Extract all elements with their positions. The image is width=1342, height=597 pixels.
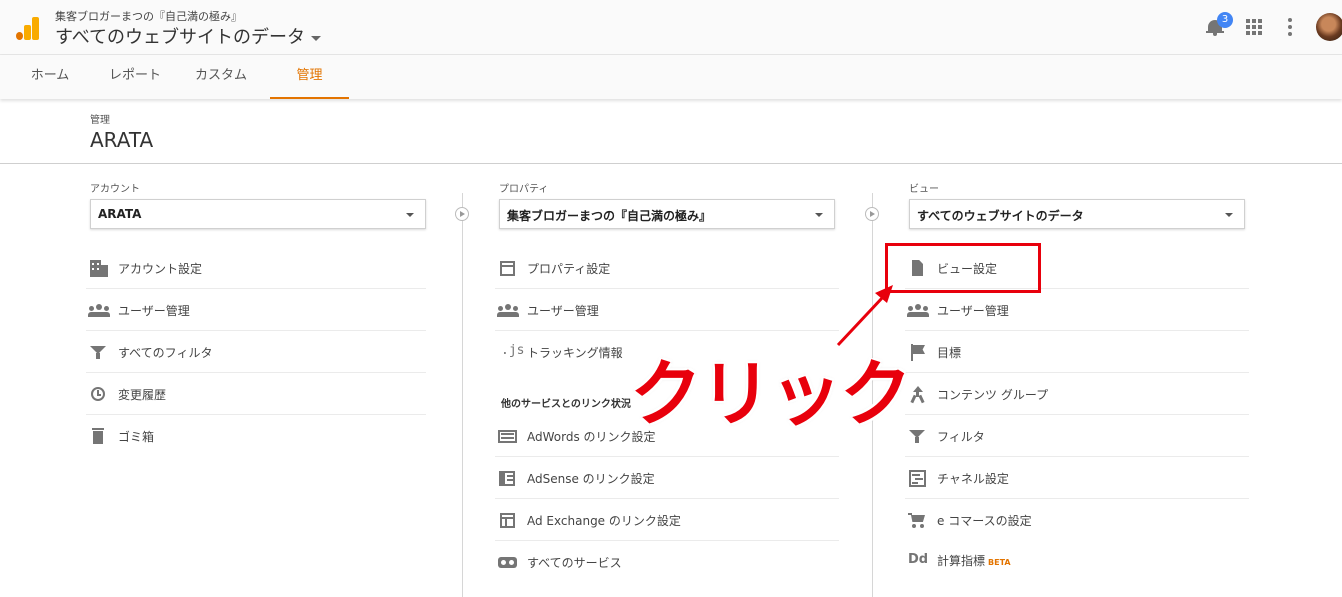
ecommerce-settings-label: e コマースの設定 — [937, 514, 1032, 528]
calculated-metrics-item[interactable]: Dd 計算指標 BETA — [905, 539, 1249, 581]
users-icon — [88, 301, 110, 319]
content-groups-label: コンテンツ グループ — [937, 388, 1049, 402]
arrow-right-icon — [865, 207, 879, 221]
trash-label: ゴミ箱 — [118, 430, 155, 444]
trash-icon — [88, 427, 108, 445]
view-column: ビュー すべてのウェブサイトのデータ ビュー設定 ユーザー管理 目標 コンテンツ… — [905, 180, 1254, 581]
account-subtitle: 集客ブロガーまつの『自己満の極み』 — [55, 10, 242, 23]
js-icon: .js — [501, 343, 525, 358]
history-icon — [88, 385, 108, 403]
tab-home[interactable]: ホーム — [20, 55, 80, 99]
ad-exchange-link-item[interactable]: Ad Exchange のリンク設定 — [495, 499, 839, 541]
column-divider — [462, 193, 463, 597]
page-title: ARATA — [90, 128, 154, 152]
ad-exchange-link-label: Ad Exchange のリンク設定 — [527, 514, 681, 528]
click-annotation-text: クリック — [630, 352, 912, 436]
account-user-management-label: ユーザー管理 — [118, 304, 190, 318]
notification-count-badge: 3 — [1217, 12, 1233, 28]
analytics-logo-icon[interactable] — [16, 16, 40, 40]
top-bar: 集客ブロガーまつの『自己満の極み』 すべてのウェブサイトのデータ 3 — [0, 0, 1342, 55]
all-filters-label: すべてのフィルタ — [118, 346, 213, 360]
main-tabs: ホーム レポート カスタム 管理 — [0, 55, 1342, 99]
all-services-item[interactable]: すべてのサービス — [495, 541, 839, 583]
account-menu: アカウント設定 ユーザー管理 すべてのフィルタ 変更履歴 ゴミ箱 — [86, 247, 426, 457]
property-user-management-label: ユーザー管理 — [527, 304, 599, 318]
ad-exchange-icon — [497, 511, 517, 529]
view-user-management-item[interactable]: ユーザー管理 — [905, 289, 1249, 331]
property-selector[interactable]: 集客ブロガーまつの『自己満の極み』 — [499, 199, 835, 229]
adsense-icon — [497, 469, 517, 487]
window-icon — [497, 259, 517, 277]
users-icon — [497, 301, 519, 319]
change-history-item[interactable]: 変更履歴 — [86, 373, 426, 415]
account-column: アカウント ARATA アカウント設定 ユーザー管理 すべてのフィルタ 変更履歴… — [86, 180, 435, 457]
calculated-metrics-text: 計算指標 — [937, 554, 986, 568]
view-menu: ビュー設定 ユーザー管理 目標 コンテンツ グループ フィルタ チャネル設定 e… — [905, 247, 1249, 581]
analytics-admin-page: 集客ブロガーまつの『自己満の極み』 すべてのウェブサイトのデータ 3 ホーム レ… — [0, 0, 1342, 597]
trash-item[interactable]: ゴミ箱 — [86, 415, 426, 457]
channel-icon — [907, 469, 927, 487]
goals-item[interactable]: 目標 — [905, 331, 1249, 373]
building-icon — [88, 259, 108, 277]
caret-down-icon — [311, 35, 322, 41]
property-selector-value: 集客ブロガーまつの『自己満の極み』 — [507, 209, 712, 223]
account-settings-item[interactable]: アカウント設定 — [86, 247, 426, 289]
property-settings-item[interactable]: プロパティ設定 — [495, 247, 839, 289]
header-divider — [0, 163, 1342, 164]
tab-admin[interactable]: 管理 — [270, 55, 349, 99]
property-settings-label: プロパティ設定 — [527, 262, 611, 276]
adwords-icon — [497, 427, 517, 445]
calculated-metrics-icon: Dd — [908, 552, 929, 567]
property-user-management-item[interactable]: ユーザー管理 — [495, 289, 839, 331]
account-settings-label: アカウント設定 — [118, 262, 203, 276]
all-services-label: すべてのサービス — [527, 556, 622, 570]
linked-services-heading-text: 他のサービスとのリンク状況 — [501, 399, 631, 410]
adsense-link-item[interactable]: AdSense のリンク設定 — [495, 457, 839, 499]
user-avatar[interactable] — [1316, 13, 1342, 41]
ecommerce-settings-item[interactable]: e コマースの設定 — [905, 499, 1249, 539]
more-options-icon[interactable] — [1288, 18, 1292, 36]
highlight-box — [885, 243, 1041, 293]
all-filters-item[interactable]: すべてのフィルタ — [86, 331, 426, 373]
view-filters-label: フィルタ — [937, 430, 985, 444]
view-picker[interactable]: すべてのウェブサイトのデータ — [55, 23, 322, 49]
tracking-info-label: トラッキング情報 — [527, 346, 623, 360]
view-selector-value: すべてのウェブサイトのデータ — [917, 209, 1084, 223]
channel-settings-item[interactable]: チャネル設定 — [905, 457, 1249, 499]
account-user-management-item[interactable]: ユーザー管理 — [86, 289, 426, 331]
change-history-label: 変更履歴 — [118, 388, 167, 402]
goals-label: 目標 — [937, 346, 962, 360]
filter-icon — [88, 343, 108, 361]
apps-grid-icon[interactable] — [1246, 19, 1262, 35]
adsense-link-label: AdSense のリンク設定 — [527, 472, 655, 486]
arrow-right-icon — [455, 207, 469, 221]
dropdown-arrow-icon — [1225, 213, 1233, 217]
property-column-label: プロパティ — [499, 184, 549, 195]
shopping-cart-icon — [907, 511, 927, 529]
calculated-metrics-label: 計算指標 BETA — [937, 552, 1011, 569]
dropdown-arrow-icon — [406, 213, 414, 217]
account-selector-value: ARATA — [98, 207, 142, 221]
view-picker-label: すべてのウェブサイトのデータ — [55, 27, 306, 48]
content-groups-item[interactable]: コンテンツ グループ — [905, 373, 1249, 415]
channel-settings-label: チャネル設定 — [937, 472, 1009, 486]
account-selector[interactable]: ARATA — [90, 199, 426, 229]
link-icon — [497, 553, 517, 571]
dropdown-arrow-icon — [815, 213, 823, 217]
view-user-management-label: ユーザー管理 — [937, 304, 1009, 318]
account-column-label: アカウント — [90, 184, 140, 195]
page-label: 管理 — [90, 115, 110, 126]
beta-badge: BETA — [988, 558, 1011, 567]
view-column-label: ビュー — [909, 184, 939, 195]
tab-reports[interactable]: レポート — [104, 55, 166, 99]
view-filters-item[interactable]: フィルタ — [905, 415, 1249, 457]
users-icon — [907, 301, 929, 319]
tab-custom[interactable]: カスタム — [188, 55, 254, 99]
view-selector[interactable]: すべてのウェブサイトのデータ — [909, 199, 1245, 229]
